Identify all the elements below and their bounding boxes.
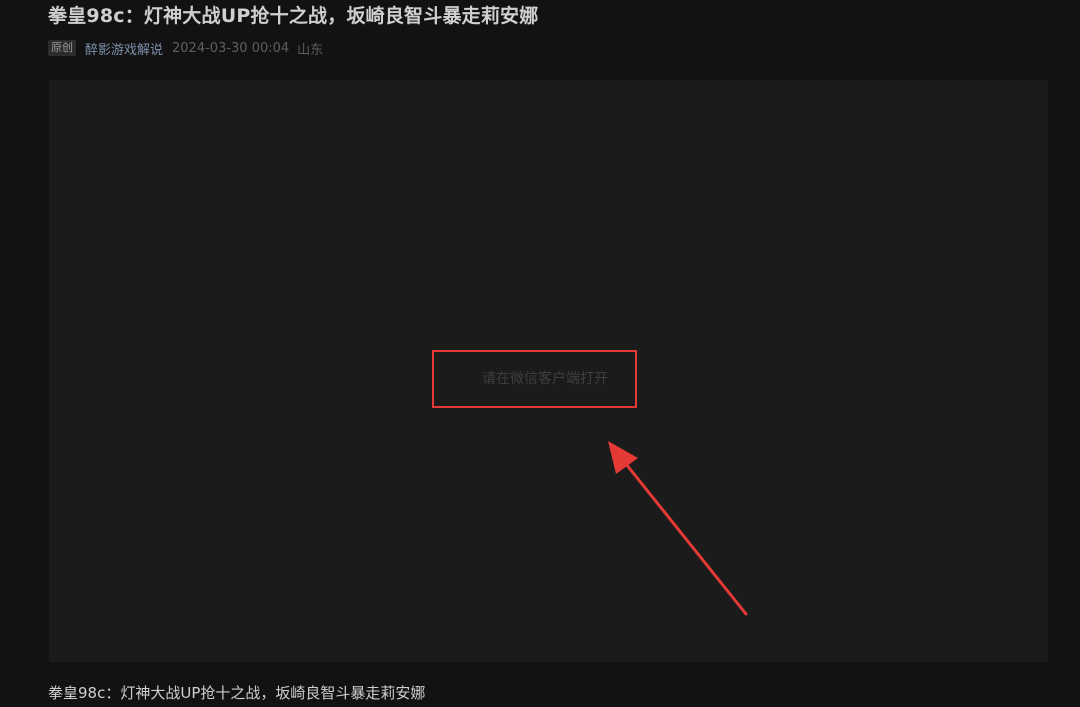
highlight-box (432, 350, 637, 408)
article-meta: 原创 醉影游戏解说 2024-03-30 00:04 山东 (48, 38, 323, 58)
article-caption: 拳皇98c：灯神大战UP抢十之战，坂崎良智斗暴走莉安娜 (48, 684, 426, 702)
author-link[interactable]: 醉影游戏解说 (85, 39, 163, 58)
publish-date: 2024-03-30 00:04 (172, 40, 290, 56)
arrow-icon (608, 441, 748, 616)
article-title: 拳皇98c：灯神大战UP抢十之战，坂崎良智斗暴走莉安娜 (48, 5, 539, 27)
publish-location: 山东 (297, 42, 324, 58)
original-badge: 原创 (48, 40, 76, 56)
